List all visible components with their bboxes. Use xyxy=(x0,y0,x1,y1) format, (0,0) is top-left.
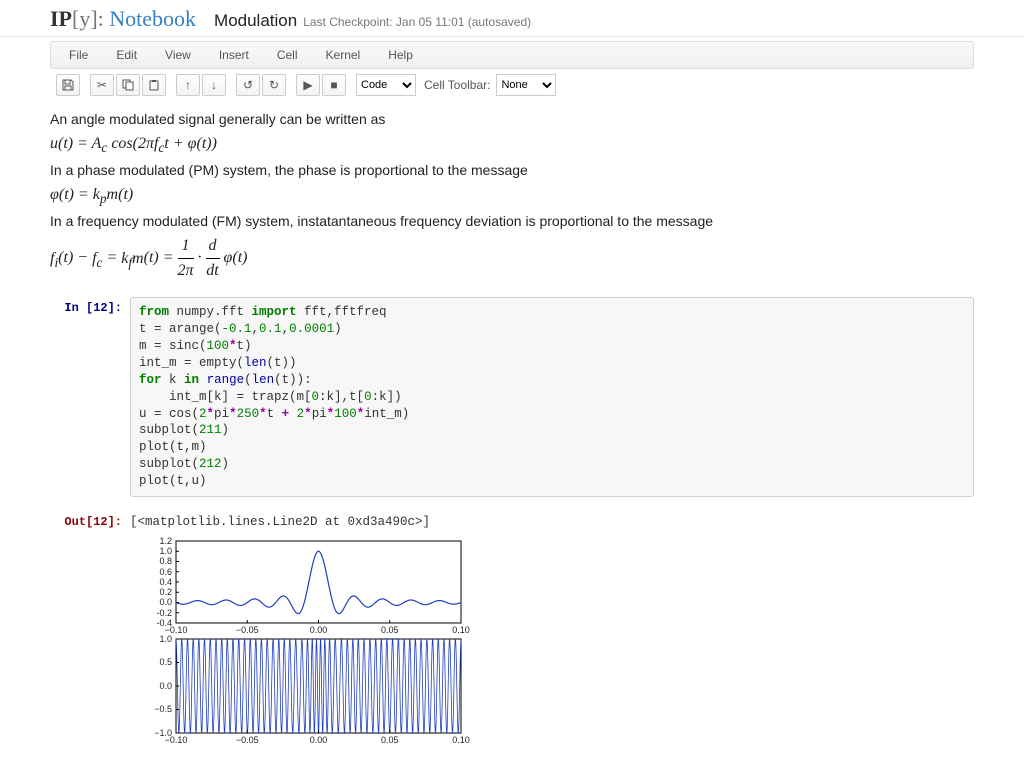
menu-edit[interactable]: Edit xyxy=(104,44,149,66)
move-down-button[interactable]: ↓ xyxy=(202,74,226,96)
checkpoint-status: Last Checkpoint: Jan 05 11:01 (autosaved… xyxy=(303,15,531,29)
input-prompt: In [12]: xyxy=(50,297,130,497)
copy-button[interactable] xyxy=(116,74,140,96)
cell-toolbar-select[interactable]: None xyxy=(496,74,556,96)
equation-1: u(t) = Ac cos(2πfct + φ(t)) xyxy=(50,132,974,158)
circle-arrow-right-icon: ↻ xyxy=(269,78,279,92)
play-icon: ▶ xyxy=(303,78,312,92)
run-prev-button[interactable]: ↺ xyxy=(236,74,260,96)
md-line: An angle modulated signal generally can … xyxy=(50,109,974,130)
code-input[interactable]: from numpy.fft import fft,fftfreq t = ar… xyxy=(130,297,974,497)
stop-icon: ■ xyxy=(330,78,337,92)
arrow-up-icon: ↑ xyxy=(185,78,191,92)
output-cell: Out[12]: [<matplotlib.lines.Line2D at 0x… xyxy=(50,511,974,529)
equation-3: fi(t) − fc = kfm(t) = 12π · ddt φ(t) xyxy=(50,234,974,283)
menu-view[interactable]: View xyxy=(153,44,203,66)
toolbar: ✂ ↑ ↓ ↺ ↻ ▶ ■ Code Cell Toolbar: None xyxy=(50,71,974,99)
interrupt-button[interactable]: ■ xyxy=(322,74,346,96)
logo-nb: Notebook xyxy=(104,6,196,31)
menu-cell[interactable]: Cell xyxy=(265,44,310,66)
scissors-icon: ✂ xyxy=(97,78,107,92)
output-text: [<matplotlib.lines.Line2D at 0xd3a490c>] xyxy=(130,511,974,529)
menu-file[interactable]: File xyxy=(57,44,100,66)
menu-insert[interactable]: Insert xyxy=(207,44,261,66)
menu-help[interactable]: Help xyxy=(376,44,425,66)
menu-kernel[interactable]: Kernel xyxy=(314,44,373,66)
notebook-name[interactable]: Modulation xyxy=(214,11,297,31)
logo-ip: IP xyxy=(50,6,72,31)
menubar: File Edit View Insert Cell Kernel Help xyxy=(50,41,974,69)
circle-arrow-left-icon: ↺ xyxy=(243,78,253,92)
plot-output: 1.21.00.80.60.40.20.0-0.2-0.4 −0.10−0.05… xyxy=(146,537,974,747)
run-button[interactable]: ▶ xyxy=(296,74,320,96)
cell-toolbar-label: Cell Toolbar: xyxy=(424,78,490,92)
markdown-cell[interactable]: An angle modulated signal generally can … xyxy=(50,109,974,283)
output-prompt: Out[12]: xyxy=(50,511,130,529)
paste-button[interactable] xyxy=(142,74,166,96)
header: IP[y]: Notebook Modulation Last Checkpoi… xyxy=(0,0,1024,37)
chart-bottom: 1.00.50.0−0.5−1.0 −0.10−0.050.000.050.10 xyxy=(146,637,466,747)
cut-button[interactable]: ✂ xyxy=(90,74,114,96)
chart-top: 1.21.00.80.60.40.20.0-0.2-0.4 −0.10−0.05… xyxy=(146,537,466,637)
code-cell[interactable]: In [12]: from numpy.fft import fft,fftfr… xyxy=(50,297,974,497)
equation-2: φ(t) = kpm(t) xyxy=(50,183,974,209)
md-line: In a phase modulated (PM) system, the ph… xyxy=(50,160,974,181)
arrow-down-icon: ↓ xyxy=(211,78,217,92)
cell-type-select[interactable]: Code xyxy=(356,74,416,96)
run-next-button[interactable]: ↻ xyxy=(262,74,286,96)
md-line: In a frequency modulated (FM) system, in… xyxy=(50,211,974,232)
logo: IP[y]: Notebook xyxy=(50,6,196,32)
save-button[interactable] xyxy=(56,74,80,96)
move-up-button[interactable]: ↑ xyxy=(176,74,200,96)
notebook-container: An angle modulated signal generally can … xyxy=(0,109,1024,777)
logo-y: [y]: xyxy=(72,6,104,31)
